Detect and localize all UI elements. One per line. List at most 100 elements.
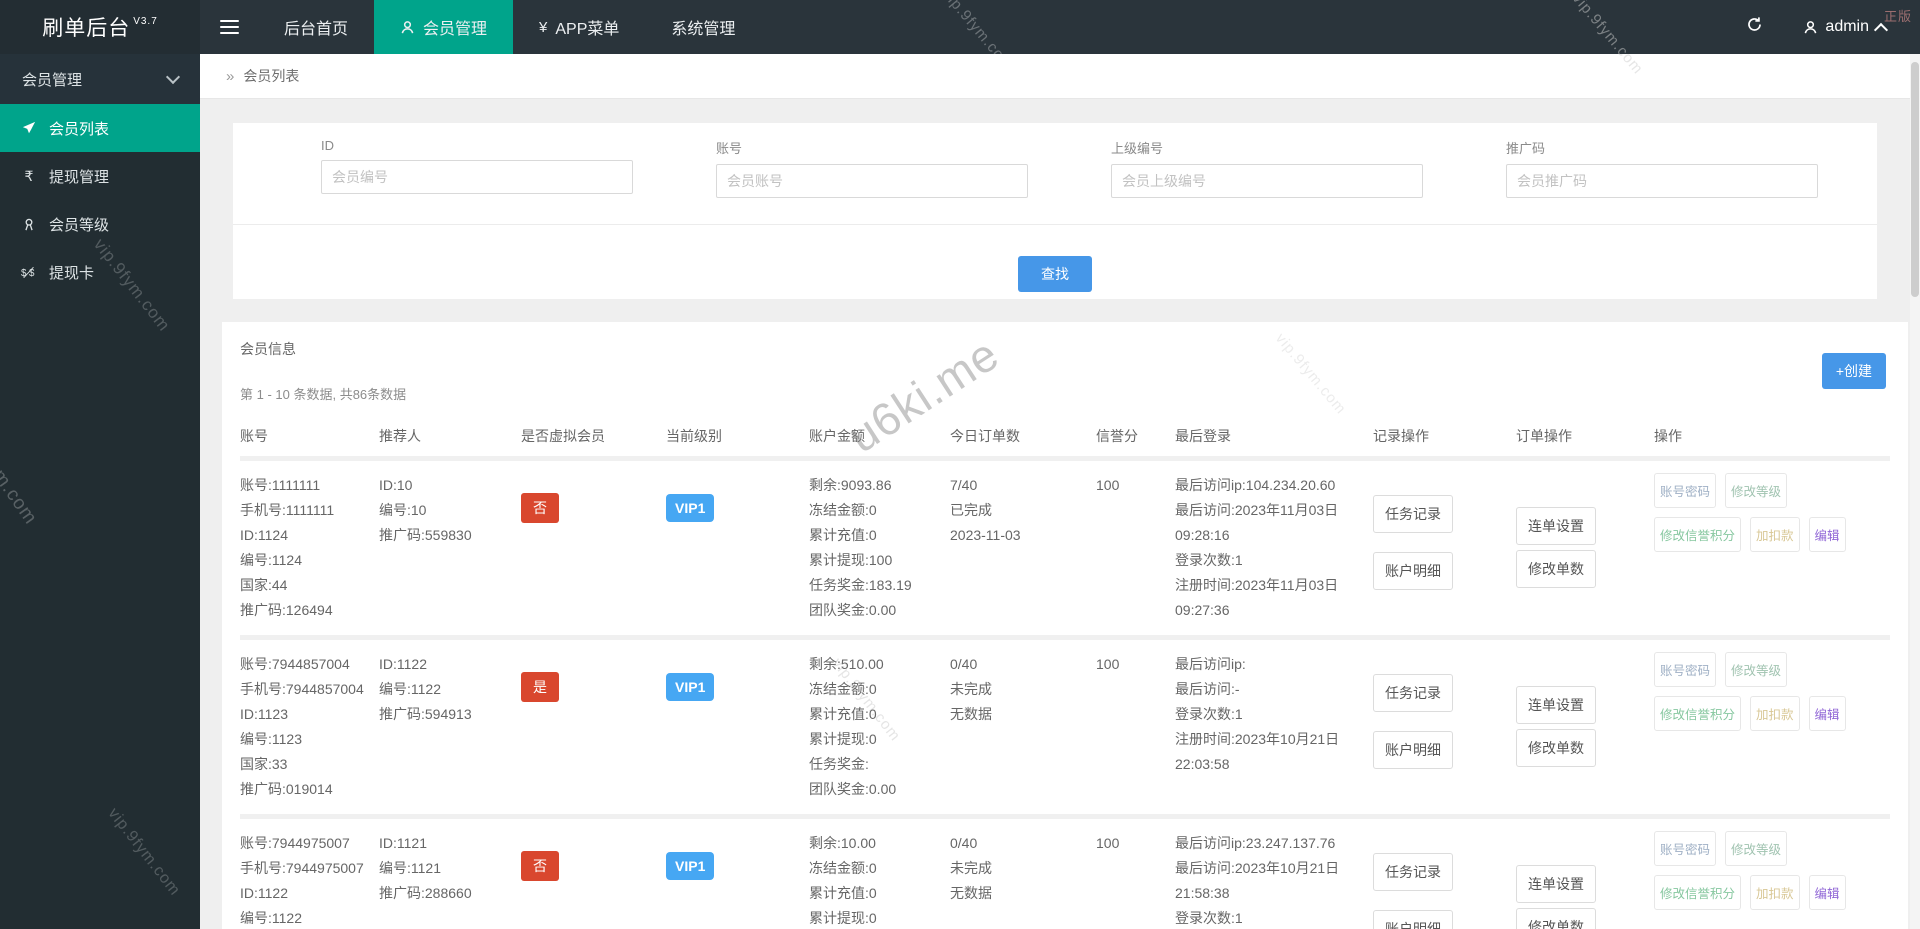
sidebar-group-member-management[interactable]: 会员管理: [0, 54, 200, 104]
sidebar-toggle-button[interactable]: [200, 0, 258, 54]
table-row: 账号:7944975007 手机号:7944975007 ID:1122 编号:112…: [240, 814, 1890, 929]
table-row: 账号:1111111 手机号:1111111 ID:1124 编号:1124 国家:44…: [240, 456, 1890, 635]
cell-line: 推广码:019014: [240, 781, 333, 797]
account-detail-button[interactable]: 账户明细: [1373, 910, 1453, 929]
modify-order-count-button[interactable]: 修改单数: [1516, 908, 1596, 929]
modify-level-button[interactable]: 修改等级: [1725, 473, 1788, 508]
cell-line: 100: [1096, 477, 1120, 493]
edit-button[interactable]: 编辑: [1808, 517, 1846, 552]
account-detail-button[interactable]: 账户明细: [1373, 552, 1453, 590]
cell-line: 任务奖金:: [809, 756, 869, 772]
member-table-body: 账号:1111111 手机号:1111111 ID:1124 编号:1124 国家:44…: [240, 456, 1890, 929]
app-logo: 刷单后台 V3.7: [0, 0, 200, 54]
cell-line: 国家:44: [240, 577, 288, 593]
add-deduct-button[interactable]: 加扣款: [1750, 517, 1800, 552]
tab-member-management[interactable]: 会员管理: [374, 0, 514, 54]
refresh-icon: [1746, 16, 1763, 38]
cell-line: 累计提现:0: [809, 731, 877, 747]
credit-score-cell: 100: [1096, 469, 1175, 623]
parent-id-input[interactable]: [1111, 164, 1423, 198]
search-field-account: 账号: [716, 138, 1028, 198]
create-member-button[interactable]: +创建: [1821, 353, 1886, 389]
sidebar: 会员管理 会员列表 ₹ 提现管理 会员等级 $ $ 提现卡: [0, 54, 200, 929]
account-password-button[interactable]: 账号密码: [1654, 652, 1717, 687]
member-id-input[interactable]: [321, 160, 633, 194]
actions-cell: 账号密码 修改等级修改信誉积分 加扣款 编辑: [1654, 827, 1890, 929]
task-record-button[interactable]: 任务记录: [1373, 853, 1453, 891]
tab-system-management[interactable]: 系统管理: [645, 0, 761, 54]
main-content: » 会员列表 ID 账号 上级编号 推广码 查找: [200, 54, 1920, 929]
modify-order-count-button[interactable]: 修改单数: [1516, 729, 1596, 767]
chain-order-settings-button[interactable]: 连单设置: [1516, 507, 1596, 545]
user-icon: [400, 20, 415, 35]
sidebar-item-withdraw-card[interactable]: $ $ 提现卡: [0, 248, 200, 296]
sidebar-item-member-list[interactable]: 会员列表: [0, 104, 200, 152]
task-record-button[interactable]: 任务记录: [1373, 495, 1453, 533]
column-header: 订单操作: [1516, 428, 1572, 444]
field-label: 上级编号: [1111, 141, 1164, 156]
modify-credit-button[interactable]: 修改信誉积分: [1654, 875, 1742, 910]
task-record-button[interactable]: 任务记录: [1373, 674, 1453, 712]
edit-button[interactable]: 编辑: [1808, 875, 1846, 910]
cell-line: 剩余:10.00: [809, 835, 876, 851]
vertical-scrollbar[interactable]: [1910, 54, 1920, 929]
chain-order-settings-button[interactable]: 连单设置: [1516, 686, 1596, 724]
nav-label: 系统管理: [671, 21, 736, 38]
field-label: ID: [321, 138, 334, 153]
column-header: 账户金额: [809, 428, 865, 444]
search-actions: 查找: [233, 256, 1877, 292]
page-title: 会员列表: [243, 68, 300, 84]
edit-button[interactable]: 编辑: [1808, 696, 1846, 731]
order-ops-cell: 连单设置 修改单数: [1516, 648, 1654, 802]
scrollbar-thumb[interactable]: [1911, 62, 1919, 297]
cell-line: 手机号:7944975007: [240, 860, 364, 876]
sidebar-item-withdraw-management[interactable]: ₹ 提现管理: [0, 152, 200, 200]
sidebar-item-member-level[interactable]: 会员等级: [0, 200, 200, 248]
level-cell: VIP1: [666, 469, 809, 623]
topbar-right: admin: [1716, 0, 1920, 54]
modify-order-count-button[interactable]: 修改单数: [1516, 550, 1596, 588]
cell-line: 最后访问ip:23.247.137.76: [1175, 835, 1336, 851]
promo-code-input[interactable]: [1506, 164, 1818, 198]
virtual-member-cell: 否: [521, 469, 666, 623]
member-account-input[interactable]: [716, 164, 1028, 198]
modify-credit-button[interactable]: 修改信誉积分: [1654, 696, 1742, 731]
breadcrumb: » 会员列表: [200, 54, 1920, 99]
cell-line: 0/40: [950, 656, 978, 672]
modify-level-button[interactable]: 修改等级: [1725, 831, 1788, 866]
refresh-button[interactable]: [1716, 0, 1793, 54]
cell-line: 冻结金额:0: [809, 681, 877, 697]
cell-line: 最后访问:2023年11月03日 09:28:16: [1175, 502, 1339, 543]
cell-line: 已完成: [950, 502, 992, 518]
modify-level-button[interactable]: 修改等级: [1725, 652, 1788, 687]
cell-line: 团队奖金:0.00: [809, 781, 897, 797]
cell-line: 手机号:1111111: [240, 502, 335, 518]
chain-order-settings-button[interactable]: 连单设置: [1516, 865, 1596, 903]
divider: [233, 224, 1877, 225]
app-version: V3.7: [133, 15, 158, 27]
column-header: 记录操作: [1373, 428, 1429, 444]
account-password-button[interactable]: 账号密码: [1654, 831, 1717, 866]
cell-line: 编号:1123: [240, 731, 302, 747]
cell-line: 登录次数:1: [1175, 910, 1243, 926]
add-deduct-button[interactable]: 加扣款: [1750, 875, 1800, 910]
sidebar-item-label: 会员等级: [49, 216, 110, 234]
nav-label: APP菜单: [555, 21, 620, 38]
add-deduct-button[interactable]: 加扣款: [1750, 696, 1800, 731]
cell-line: ID:1122: [379, 656, 427, 672]
search-button[interactable]: 查找: [1018, 256, 1092, 292]
tab-dashboard[interactable]: 后台首页: [258, 0, 374, 54]
sidebar-item-label: 提现管理: [49, 168, 110, 186]
user-menu[interactable]: admin: [1793, 0, 1920, 54]
modify-credit-button[interactable]: 修改信誉积分: [1654, 517, 1742, 552]
member-account-cell: 账号:1111111 手机号:1111111 ID:1124 编号:1124 国家:44…: [240, 469, 379, 623]
svg-text:$: $: [29, 268, 35, 279]
cell-line: 账号:1111111: [240, 477, 321, 493]
column-header: 最后登录: [1175, 428, 1231, 444]
cell-line: 100: [1096, 835, 1120, 851]
account-password-button[interactable]: 账号密码: [1654, 473, 1717, 508]
cell-line: ID:1121: [379, 835, 427, 851]
account-detail-button[interactable]: 账户明细: [1373, 731, 1453, 769]
tab-app-menu[interactable]: ¥ APP菜单: [513, 0, 645, 54]
field-label: 推广码: [1506, 141, 1546, 156]
